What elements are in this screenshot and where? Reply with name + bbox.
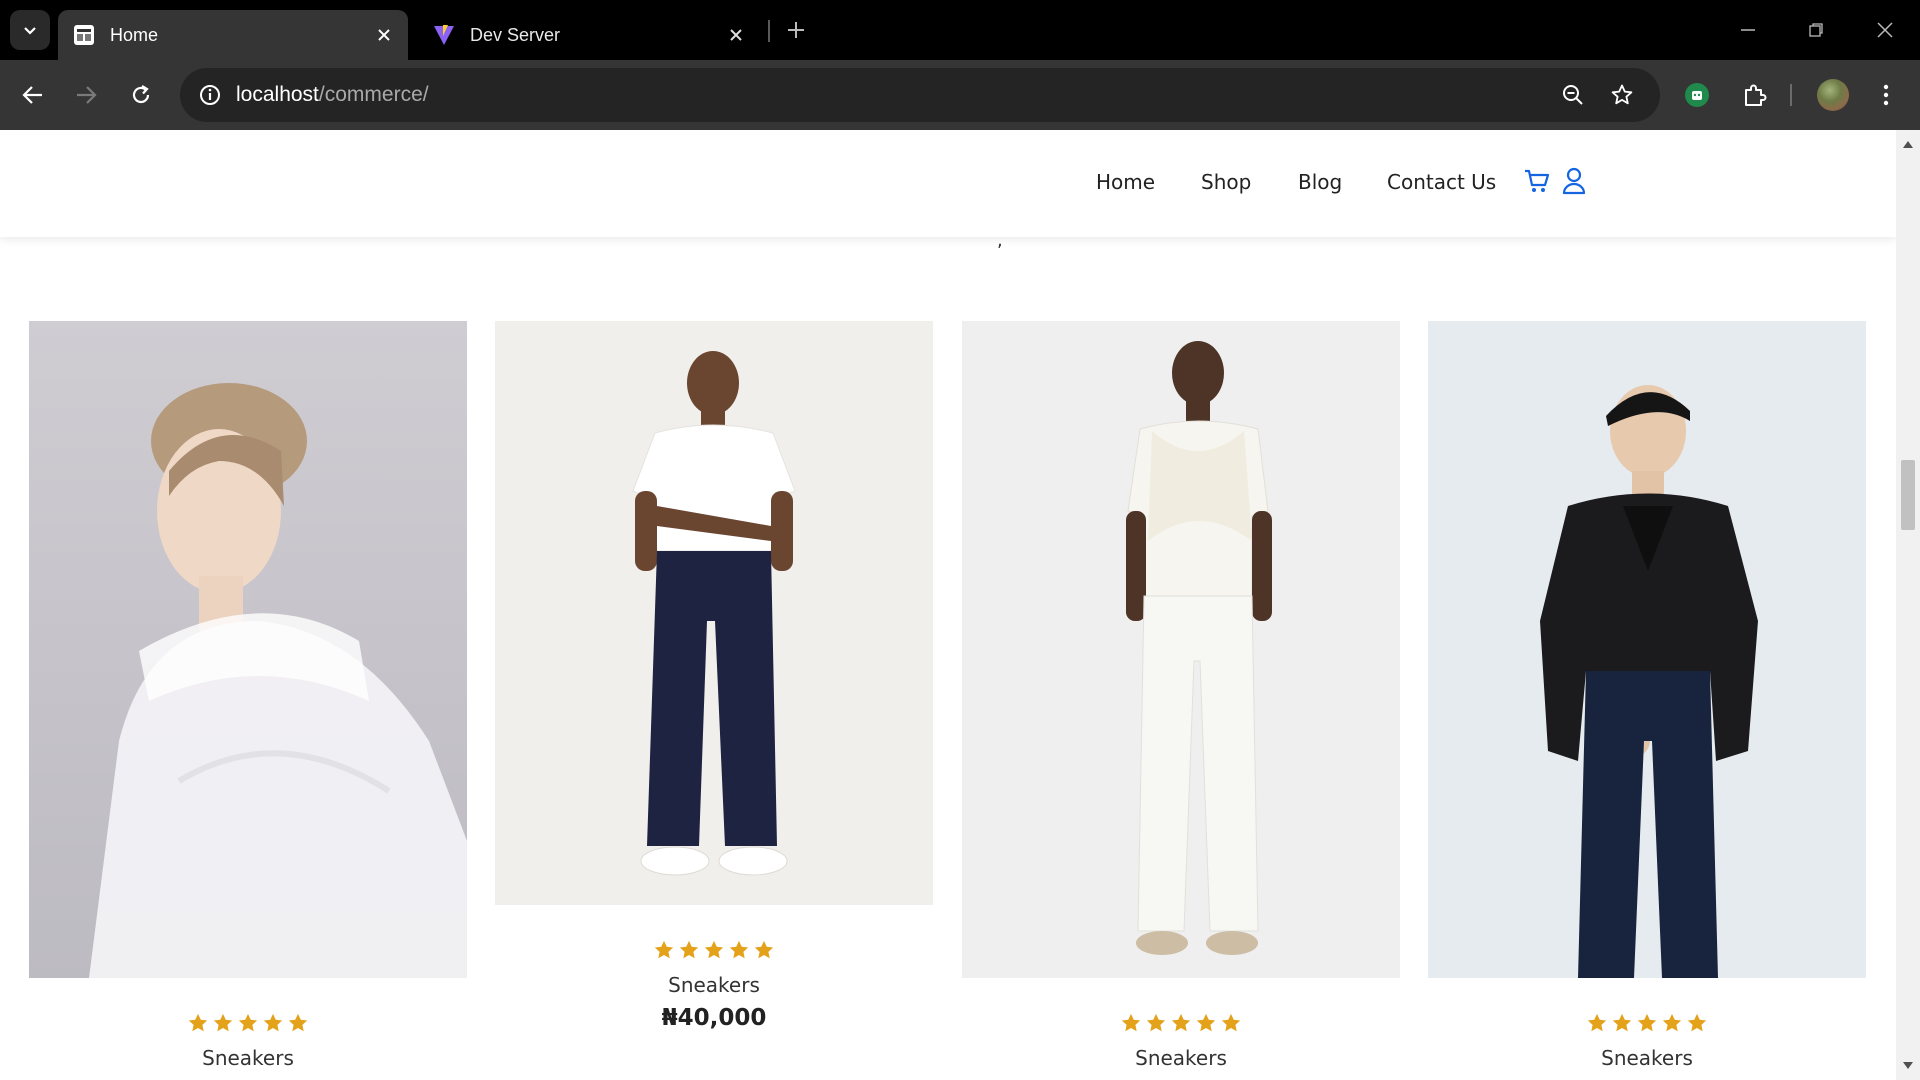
star-icon — [238, 1013, 258, 1032]
star-icon — [1612, 1013, 1632, 1032]
cart-icon[interactable] — [1522, 166, 1552, 196]
triangle-up-icon — [1903, 141, 1913, 148]
arrow-left-icon — [22, 86, 42, 104]
star-rating — [29, 1012, 467, 1034]
page-scrollbar[interactable] — [1896, 130, 1920, 1080]
star-icon — [1587, 1013, 1607, 1032]
tab-separator — [768, 20, 770, 42]
bookmark-button[interactable] — [1604, 77, 1640, 113]
product-name[interactable]: Sneakers — [1428, 1046, 1866, 1070]
close-icon[interactable] — [370, 21, 398, 49]
product-price: ₦40,000 — [661, 1005, 767, 1031]
arrow-right-icon — [77, 86, 97, 104]
product-card[interactable]: Sneakers — [1428, 321, 1866, 1070]
product-card[interactable]: Sneakers — [962, 321, 1400, 1070]
star-rating — [495, 939, 933, 961]
star-icon — [679, 940, 699, 959]
chevron-down-icon — [24, 27, 36, 35]
restore-icon — [1809, 23, 1823, 37]
product-image[interactable] — [1428, 321, 1866, 978]
product-image[interactable] — [29, 321, 467, 978]
scroll-thumb[interactable] — [1901, 460, 1915, 530]
minimize-button[interactable] — [1728, 12, 1768, 48]
url-text[interactable]: localhost/commerce/ — [236, 83, 429, 107]
triangle-down-icon — [1903, 1062, 1913, 1069]
toolbar-separator — [1790, 84, 1792, 106]
star-icon — [654, 940, 674, 959]
tab-title: Dev Server — [470, 24, 561, 45]
star-icon — [263, 1013, 283, 1032]
zoom-out-icon — [1563, 85, 1583, 105]
new-tab-button[interactable] — [780, 14, 812, 46]
star-icon — [1121, 1013, 1141, 1032]
nav-link-contact[interactable]: Contact Us — [1387, 170, 1496, 194]
extensions-menu-button[interactable] — [1736, 77, 1772, 113]
puzzle-icon — [1745, 84, 1767, 106]
star-icon — [1662, 1013, 1682, 1032]
browser-menu-button[interactable] — [1868, 77, 1904, 113]
back-button[interactable] — [13, 75, 53, 115]
green-extension-icon — [1685, 83, 1709, 107]
store-favicon-icon — [72, 23, 96, 47]
info-icon — [200, 85, 220, 105]
more-vert-icon — [1883, 84, 1889, 106]
vite-favicon-icon — [432, 23, 456, 47]
window-close-button[interactable] — [1865, 12, 1905, 48]
browser-toolbar: localhost/commerce/ — [0, 60, 1920, 130]
nav-link-home[interactable]: Home — [1096, 170, 1155, 194]
tab-title: Home — [110, 24, 159, 45]
profile-avatar[interactable] — [1817, 79, 1849, 111]
star-icon — [213, 1013, 233, 1032]
nav-link-shop[interactable]: Shop — [1201, 170, 1251, 194]
star-outline-icon — [1611, 84, 1633, 105]
reload-button[interactable] — [121, 75, 161, 115]
star-icon — [704, 940, 724, 959]
star-icon — [729, 940, 749, 959]
star-icon — [288, 1013, 308, 1032]
site-info-button[interactable] — [190, 75, 230, 115]
nav-link-blog[interactable]: Blog — [1298, 170, 1342, 194]
product-card[interactable]: Sneakers — [29, 321, 467, 1070]
url-host: localhost — [236, 83, 319, 106]
tab-home[interactable]: Home — [58, 10, 408, 60]
forward-button[interactable] — [66, 75, 106, 115]
star-icon — [1637, 1013, 1657, 1032]
close-icon — [1877, 22, 1893, 38]
site-navbar: Home Shop Blog Contact Us — [0, 130, 1896, 237]
star-icon — [1146, 1013, 1166, 1032]
star-rating — [1428, 1012, 1866, 1034]
product-card[interactable]: Sneakers ₦40,000 — [495, 321, 933, 1031]
url-path: /commerce/ — [318, 83, 429, 106]
product-name[interactable]: Sneakers — [495, 973, 933, 997]
plus-icon — [788, 22, 804, 38]
star-icon — [188, 1013, 208, 1032]
address-bar[interactable]: localhost/commerce/ — [180, 68, 1660, 122]
user-icon[interactable] — [1559, 166, 1589, 196]
scroll-down-arrow[interactable] — [1902, 1060, 1914, 1072]
reload-icon — [132, 85, 150, 104]
star-icon — [1687, 1013, 1707, 1032]
tab-dev-server[interactable]: Dev Server — [420, 10, 760, 60]
restore-button[interactable] — [1796, 12, 1836, 48]
star-icon — [1196, 1013, 1216, 1032]
product-name[interactable]: Sneakers — [962, 1046, 1400, 1070]
star-icon — [1221, 1013, 1241, 1032]
browser-tab-bar: Home Dev Server — [0, 0, 1920, 60]
page-viewport: Home Shop Blog Contact Us , Sneakers Sne… — [0, 130, 1896, 1080]
close-icon[interactable] — [722, 21, 750, 49]
star-icon — [754, 940, 774, 959]
product-image[interactable] — [962, 321, 1400, 978]
product-image[interactable] — [495, 321, 933, 905]
minimize-icon — [1741, 29, 1755, 31]
extension-button[interactable] — [1679, 77, 1715, 113]
zoom-button[interactable] — [1555, 77, 1591, 113]
scroll-up-arrow[interactable] — [1902, 138, 1914, 150]
star-rating — [962, 1012, 1400, 1034]
star-icon — [1171, 1013, 1191, 1032]
tab-search-button[interactable] — [10, 10, 50, 50]
product-name[interactable]: Sneakers — [29, 1046, 467, 1070]
